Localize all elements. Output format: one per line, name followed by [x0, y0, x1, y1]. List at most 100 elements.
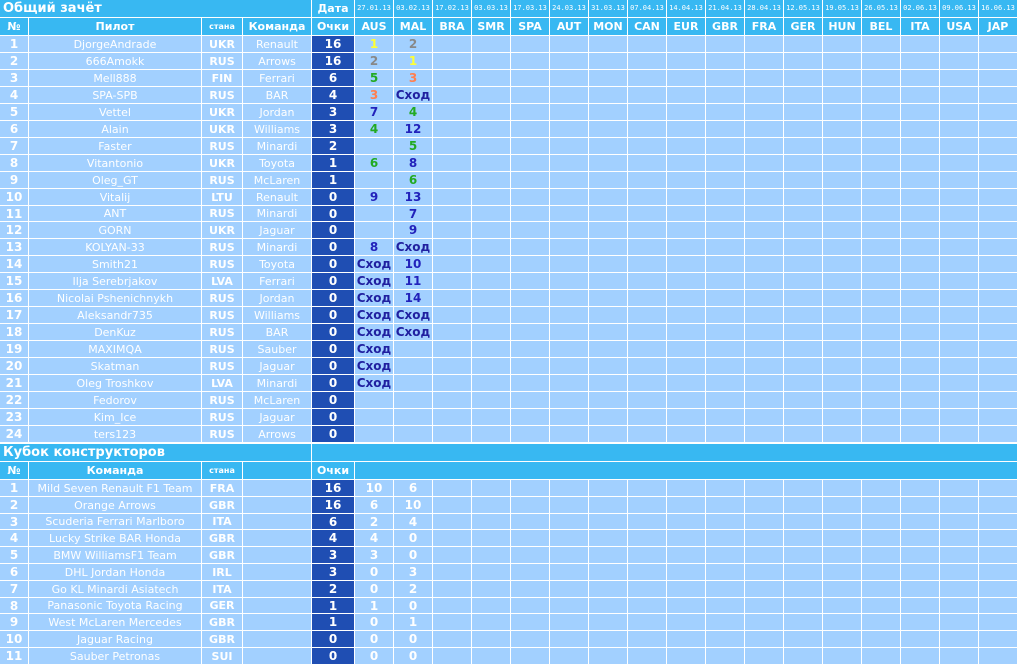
race-result: [979, 375, 1018, 392]
constructor-race-points: [472, 631, 511, 648]
race-result: [745, 70, 784, 87]
constructor-name: Scuderia Ferrari Marlboro: [29, 514, 202, 530]
constructor-race-points: [433, 480, 472, 497]
driver-team: BAR: [243, 87, 312, 104]
col-header-team: Команда: [29, 462, 202, 480]
driver-position: 15: [0, 273, 29, 290]
driver-team: Minardi: [243, 138, 312, 155]
constructor-points: 2: [312, 581, 355, 598]
race-result: [940, 392, 979, 409]
driver-points: 1: [312, 155, 355, 172]
constructor-race-points: [589, 598, 628, 614]
driver-name: MAXIMQA: [29, 341, 202, 358]
race-date: 24.03.13: [550, 0, 589, 18]
driver-team: Minardi: [243, 375, 312, 392]
constructor-race-points: [979, 530, 1018, 547]
race-result: [589, 426, 628, 443]
race-result: [784, 104, 823, 121]
driver-country: UKR: [202, 155, 243, 172]
constructor-race-points: [901, 530, 940, 547]
constructor-race-points: [979, 598, 1018, 614]
race-result: [550, 256, 589, 273]
constructor-race-points: [511, 614, 550, 631]
race-result: [940, 409, 979, 426]
race-result: [550, 155, 589, 172]
driver-points: 0: [312, 273, 355, 290]
race-result: [628, 290, 667, 307]
race-result: [745, 341, 784, 358]
race-result: [550, 239, 589, 256]
race-result: [940, 36, 979, 53]
constructor-race-points: [628, 530, 667, 547]
race-result: [940, 290, 979, 307]
race-result: [706, 426, 745, 443]
race-result: 9: [394, 222, 433, 239]
driver-country: UKR: [202, 36, 243, 53]
race-result: [550, 121, 589, 138]
race-result: Сход: [355, 273, 394, 290]
race-result: [706, 138, 745, 155]
constructor-race-points: [745, 614, 784, 631]
constructor-race-points: [784, 648, 823, 665]
driver-name: Smith21: [29, 256, 202, 273]
race-result: [589, 70, 628, 87]
race-header: JAP: [979, 18, 1018, 36]
race-result: [745, 426, 784, 443]
constructor-country: GBR: [202, 530, 243, 547]
constructor-race-points: [628, 564, 667, 581]
constructor-race-points: [784, 598, 823, 614]
race-header: SMR: [472, 18, 511, 36]
constructor-blank: [243, 564, 312, 581]
race-result: [472, 222, 511, 239]
constructor-position: 1: [0, 480, 29, 497]
constructor-race-points: [823, 547, 862, 564]
constructor-race-points: [940, 480, 979, 497]
race-header: HUN: [823, 18, 862, 36]
driver-position: 3: [0, 70, 29, 87]
race-result: [628, 239, 667, 256]
race-result: [667, 392, 706, 409]
driver-team: Sauber: [243, 341, 312, 358]
race-result: [901, 206, 940, 222]
driver-position: 24: [0, 426, 29, 443]
race-result: [550, 172, 589, 189]
race-result: [745, 155, 784, 172]
race-result: [979, 70, 1018, 87]
race-result: [979, 341, 1018, 358]
constructor-race-points: [667, 598, 706, 614]
race-result: [862, 239, 901, 256]
race-result: [979, 206, 1018, 222]
constructor-race-points: [979, 480, 1018, 497]
race-result: [472, 324, 511, 341]
race-result: [472, 341, 511, 358]
race-result: [511, 290, 550, 307]
race-result: [433, 138, 472, 155]
race-result: [472, 87, 511, 104]
race-date: 14.04.13: [667, 0, 706, 18]
race-result: [940, 155, 979, 172]
race-result: [901, 358, 940, 375]
col-header-pilot: Пилот: [29, 18, 202, 36]
race-result: [433, 358, 472, 375]
race-result: [940, 426, 979, 443]
constructor-race-points: [667, 514, 706, 530]
race-result: [823, 155, 862, 172]
constructor-race-points: [472, 530, 511, 547]
constructor-race-points: [784, 581, 823, 598]
constructor-race-points: [784, 497, 823, 514]
race-result: 1: [355, 36, 394, 53]
driver-country: RUS: [202, 290, 243, 307]
constructor-race-points: [901, 631, 940, 648]
driver-team: Minardi: [243, 239, 312, 256]
driver-points: 1: [312, 172, 355, 189]
race-result: [979, 256, 1018, 273]
constructor-race-points: [433, 530, 472, 547]
race-result: [706, 87, 745, 104]
race-result: [589, 104, 628, 121]
race-result: [901, 256, 940, 273]
race-result: [706, 324, 745, 341]
constructor-race-points: [667, 614, 706, 631]
race-result: [667, 426, 706, 443]
race-result: [472, 273, 511, 290]
race-result: [706, 70, 745, 87]
